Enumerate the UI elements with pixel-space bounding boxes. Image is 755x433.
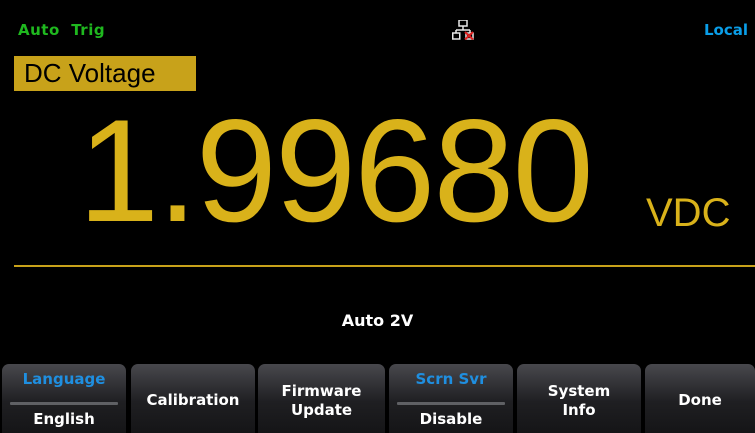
system-info-softkey[interactable]: System Info [517,364,641,433]
firmware-update-softkey[interactable]: Firmware Update [258,364,385,433]
language-softkey[interactable]: Language English [2,364,126,433]
done-softkey-label: Done [678,391,722,409]
divider [14,265,755,267]
firmware-softkey-line1: Firmware [281,381,362,400]
screen-saver-softkey-value: Disable [419,410,483,428]
system-info-softkey-line2: Info [562,400,596,419]
softkey-separator [10,402,118,405]
calibration-softkey-label: Calibration [146,391,240,409]
trigger-status: Auto Trig [18,21,106,39]
main-reading: 1.99680 [78,89,594,252]
dmm-screen: Auto Trig Local DC Voltage 1.99680 VDC A… [0,0,755,433]
system-info-softkey-line1: System [547,381,611,400]
range-indicator: Auto 2V [341,311,414,330]
softkey-separator [397,402,505,405]
language-softkey-value: English [33,410,95,428]
screen-saver-softkey[interactable]: Scrn Svr Disable [389,364,513,433]
remote-status: Local [704,21,749,39]
function-label: DC Voltage [14,56,196,91]
calibration-softkey[interactable]: Calibration [131,364,255,433]
screen-saver-softkey-title: Scrn Svr [415,370,487,388]
reading-unit: VDC [646,191,731,235]
firmware-softkey-line2: Update [290,400,353,419]
lan-disconnected-icon [452,20,474,40]
done-softkey[interactable]: Done [645,364,755,433]
softkey-bar: Language English Calibration Firmware Up… [0,364,755,433]
language-softkey-title: Language [22,370,106,388]
